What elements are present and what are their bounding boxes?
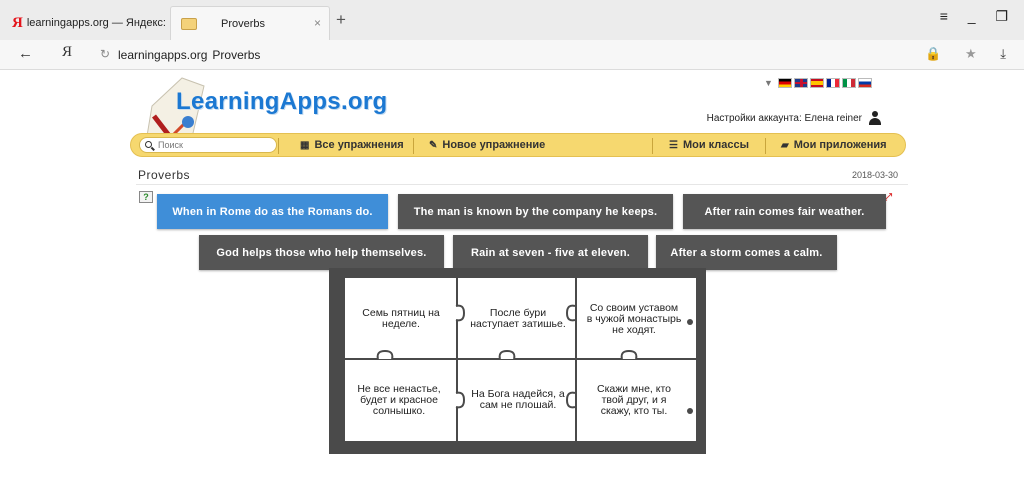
puzzle-piece[interactable]: Семь пятниц на неделе. [349, 282, 453, 356]
puzzle-piece[interactable]: На Бога надейся, а сам не плошай. [466, 362, 570, 438]
puzzle-piece[interactable]: Скажи мне, кто твой друг, и я скажу, кто… [586, 362, 682, 438]
puzzle-piece[interactable]: После бури наступает затишье. [470, 282, 566, 356]
puzzle-piece[interactable]: Не все ненастье, будет и красное солнышк… [347, 362, 451, 438]
puzzle-piece[interactable]: Со своим уставом в чужой монастырь не хо… [586, 282, 682, 356]
